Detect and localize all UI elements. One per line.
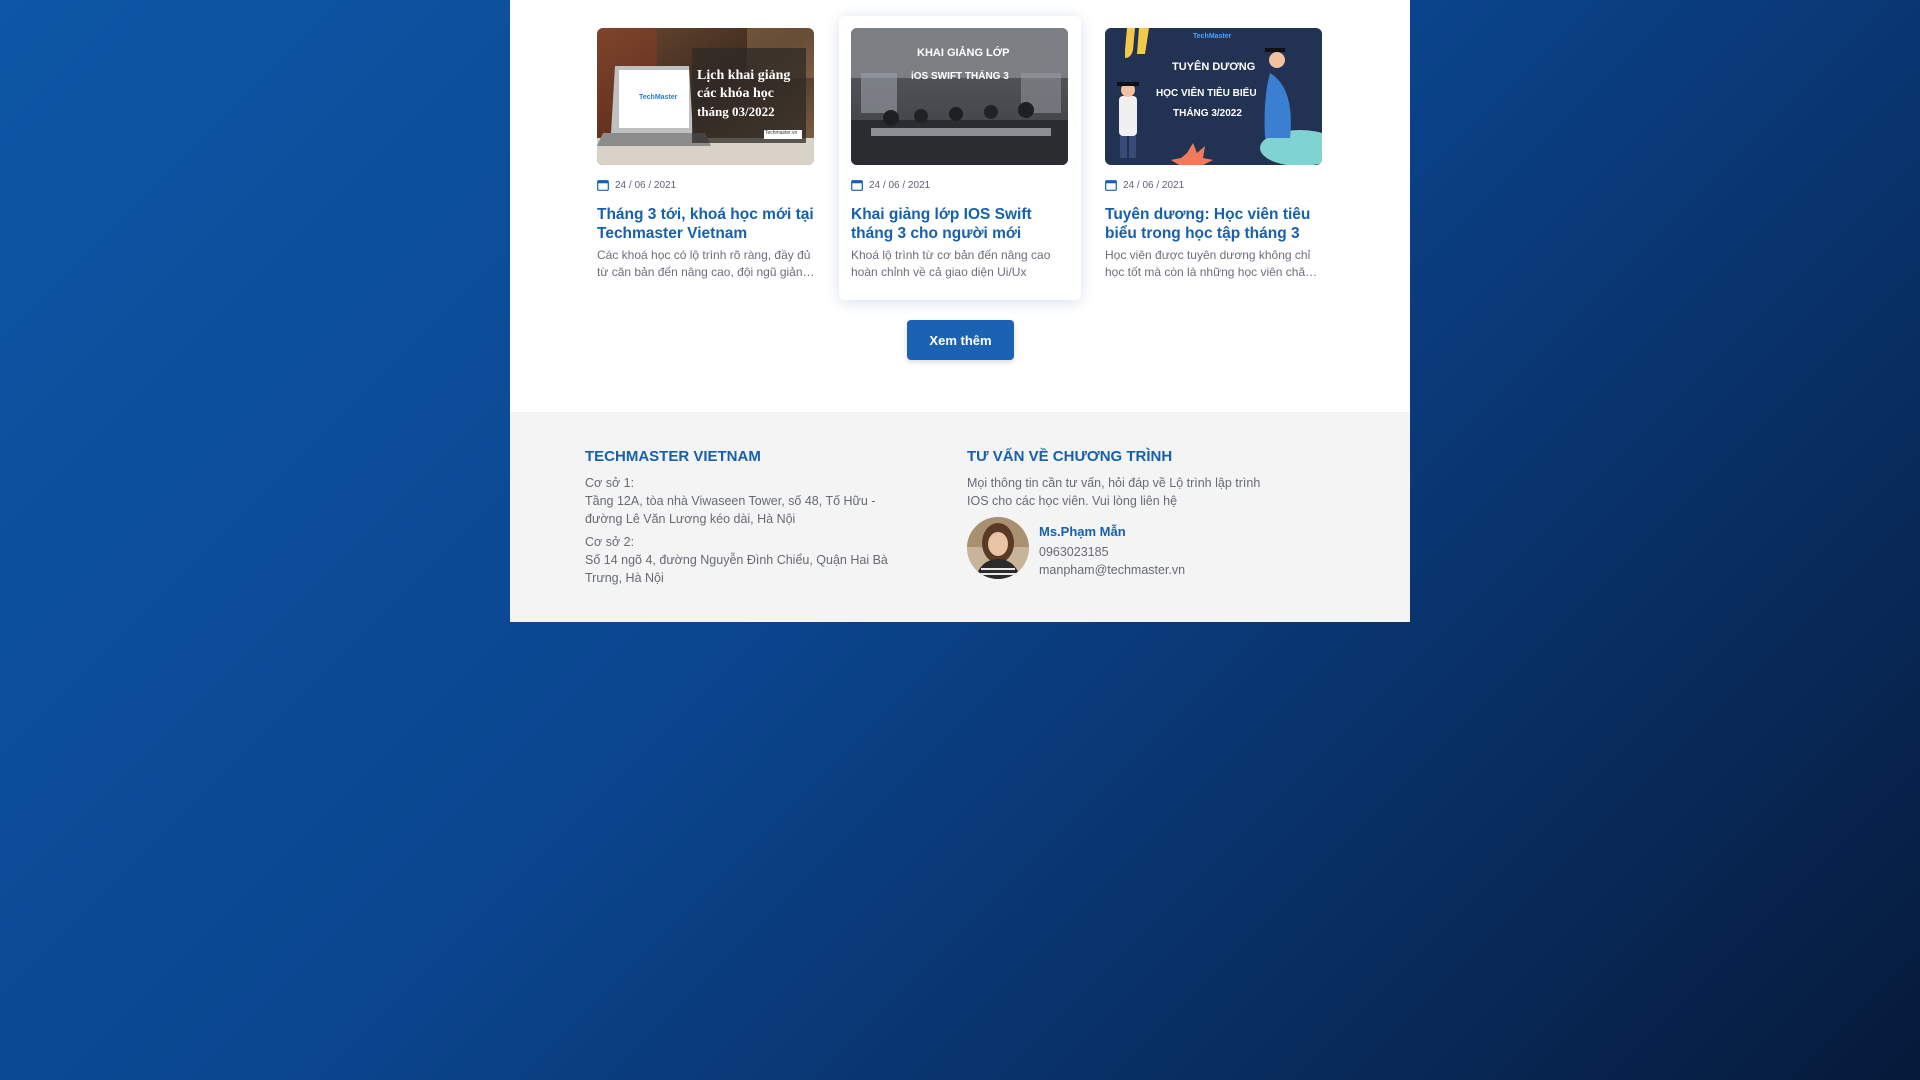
- news-card[interactable]: TechMaster TUYÊN DƯƠNG HỌC VIÊN TIÊU BIỂ…: [1093, 16, 1335, 300]
- content-panel: TechMaster Lịch khai giảng các khóa học …: [510, 0, 1410, 622]
- thumbnail-brand: TechMaster: [1193, 33, 1232, 40]
- news-excerpt: Khoá lộ trình từ cơ bản đến nâng cao hoà…: [851, 248, 1051, 279]
- contact-email[interactable]: manpham@techmaster.vn: [1039, 561, 1185, 579]
- contact-phone[interactable]: 0963023185: [1039, 543, 1109, 561]
- thumbnail-headline-1: Lịch khai giảng: [697, 68, 791, 83]
- branch2-address-line2: Trưng, Hà Nội: [585, 571, 664, 585]
- branch1-label: Cơ sở 1:: [585, 476, 635, 490]
- thumbnail-headline-3: THÁNG 3/2022: [1173, 108, 1242, 119]
- calendar-icon: [851, 180, 863, 191]
- branch2-label: Cơ sở 2:: [585, 535, 635, 549]
- company-heading: TECHMASTER VIETNAM: [585, 448, 761, 465]
- news-card[interactable]: KHAI GIẢNG LỚP iOS SWIFT THÁNG 3 24 / 06…: [839, 16, 1081, 300]
- post-date-text: 24 / 06 / 2021: [1123, 179, 1185, 191]
- thumbnail-headline-2: iOS SWIFT THÁNG 3: [911, 71, 1009, 82]
- thumbnail-headline-2: các khóa học: [697, 86, 774, 101]
- calendar-icon: [597, 180, 609, 191]
- post-date-text: 24 / 06 / 2021: [615, 179, 677, 191]
- see-more-button[interactable]: Xem thêm: [907, 320, 1014, 360]
- news-thumbnail[interactable]: TechMaster TUYÊN DƯƠNG HỌC VIÊN TIÊU BIỂ…: [1105, 28, 1322, 165]
- branch1-address-line2: đường Lê Văn Lương kéo dài, Hà Nội: [585, 512, 796, 526]
- consult-heading: TƯ VẤN VỀ CHƯƠNG TRÌNH: [967, 448, 1173, 465]
- consult-intro-line2: IOS cho các học viên. Vui lòng liên hệ: [967, 494, 1178, 508]
- branch2-address-line1: Số 14 ngõ 4, đường Nguyễn Đình Chiểu, Qu…: [585, 553, 888, 567]
- branch1-address-line1: Tầng 12A, tòa nhà Viwaseen Tower, số 48,…: [585, 494, 876, 508]
- news-title[interactable]: Khai giảng lớp IOS Swift tháng 3 cho ngư…: [851, 205, 1073, 243]
- contact-name: Ms.Phạm Mẫn: [1039, 524, 1126, 539]
- consult-intro-line1: Mọi thông tin cần tư vấn, hỏi đáp về Lộ …: [967, 476, 1261, 490]
- post-date: 24 / 06 / 2021: [597, 178, 676, 192]
- news-card[interactable]: TechMaster Lịch khai giảng các khóa học …: [585, 16, 827, 300]
- news-excerpt: Các khoá học có lộ trình rõ ràng, đầy đủ…: [597, 248, 811, 279]
- news-excerpt: Học viên được tuyên dương không chỉ học …: [1105, 248, 1316, 279]
- thumbnail-tag: Techmaster.vn: [765, 130, 798, 136]
- thumbnail-headline-3: tháng 03/2022: [697, 104, 775, 119]
- thumbnail-headline-2: HỌC VIÊN TIÊU BIỂU: [1156, 88, 1257, 99]
- news-thumbnail[interactable]: KHAI GIẢNG LỚP iOS SWIFT THÁNG 3: [851, 28, 1068, 165]
- thumbnail-headline-1: KHAI GIẢNG LỚP: [917, 47, 1010, 59]
- thumbnail-brand: TechMaster: [639, 94, 678, 101]
- thumbnail-headline-1: TUYÊN DƯƠNG: [1172, 61, 1256, 73]
- post-date: 24 / 06 / 2021: [1105, 178, 1184, 192]
- calendar-icon: [1105, 180, 1117, 191]
- news-title[interactable]: Tháng 3 tới, khoá học mới tại Techmaster…: [597, 205, 819, 243]
- news-section: TechMaster Lịch khai giảng các khóa học …: [510, 0, 1410, 412]
- news-title[interactable]: Tuyên dương: Học viên tiêu biểu trong họ…: [1105, 205, 1327, 243]
- post-date-text: 24 / 06 / 2021: [869, 179, 931, 191]
- avatar: [967, 517, 1029, 579]
- footer: TECHMASTER VIETNAM Cơ sở 1: Tầng 12A, tò…: [510, 412, 1410, 622]
- news-thumbnail[interactable]: TechMaster Lịch khai giảng các khóa học …: [597, 28, 814, 165]
- post-date: 24 / 06 / 2021: [851, 178, 930, 192]
